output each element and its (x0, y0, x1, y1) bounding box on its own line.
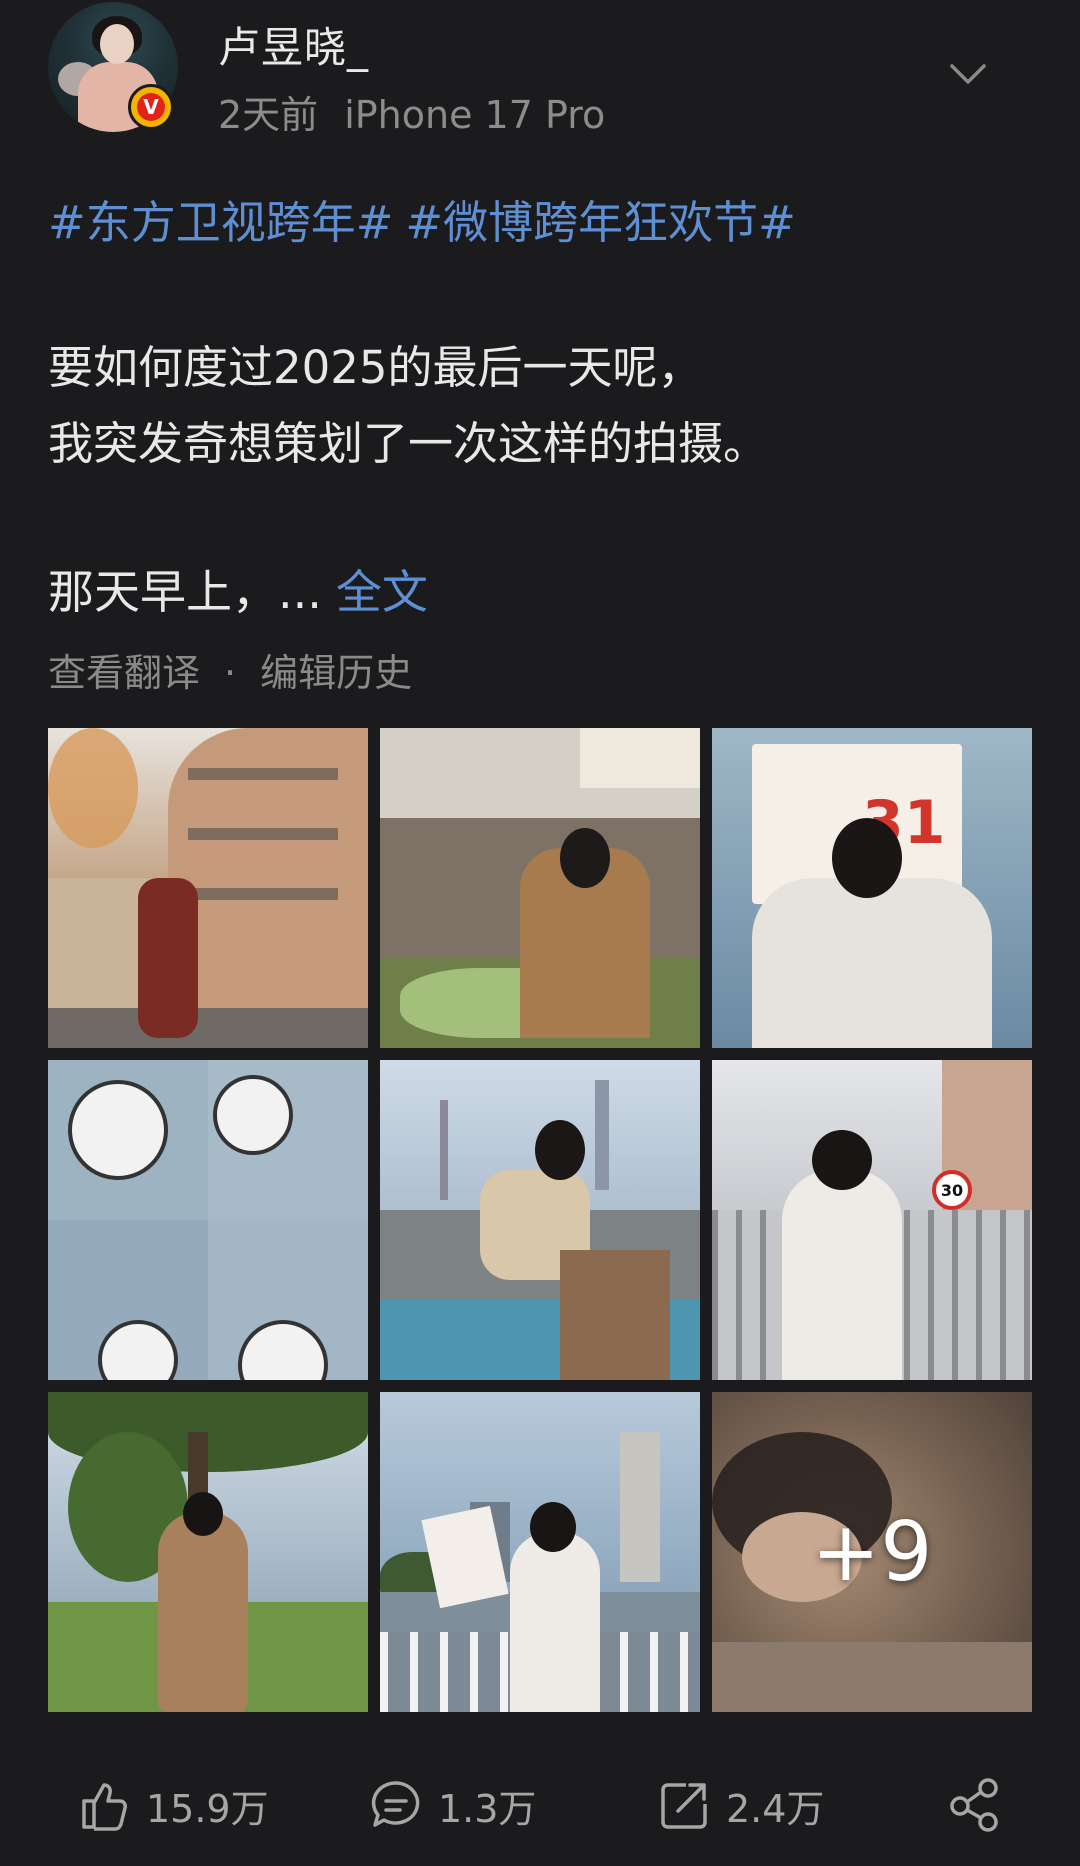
repost-count: 15.9万 (146, 1786, 269, 1831)
verified-icon: V (128, 84, 174, 130)
photo-grid: 31 30 +9 (48, 728, 1032, 1712)
photo-river-calendar[interactable] (380, 1392, 700, 1712)
hashtags: #东方卫视跨年# #微博跨年狂欢节# (48, 186, 808, 251)
photo-clock-collage[interactable] (48, 1060, 368, 1380)
truncated-text: 那天早上，... 全文 (48, 556, 428, 622)
post-tools: 查看翻译 · 编辑历史 (48, 642, 412, 697)
photo-bridge-pose[interactable] (380, 1060, 700, 1380)
comment-button[interactable]: 1.3万 (368, 1760, 536, 1850)
photo-market-stall[interactable] (380, 728, 700, 1048)
comment-icon (371, 1781, 420, 1827)
separator-dot: · (224, 651, 237, 695)
photo-more-closeup[interactable]: +9 (712, 1392, 1032, 1712)
photo-street-corner[interactable] (48, 728, 368, 1048)
post-text: 要如何度过2025的最后一天呢， 我突发奇想策划了一次这样的拍摄。 (48, 330, 768, 482)
share-button[interactable] (946, 1760, 1018, 1850)
photo-park-tree[interactable] (48, 1392, 368, 1712)
post-header: V 卢昱晓_ 2天前 iPhone 17 Pro (0, 0, 1080, 150)
like-button[interactable]: 2.4万 (656, 1760, 824, 1850)
action-bar: 15.9万 1.3万 2.4万 (0, 1760, 1080, 1850)
more-photos-count[interactable]: +9 (712, 1392, 1032, 1712)
truncated-text-body: 那天早上，... (48, 565, 322, 619)
photo-calendar-31[interactable]: 31 (712, 728, 1032, 1048)
chevron-down-icon[interactable] (946, 52, 990, 96)
thumbs-up-icon (82, 1783, 127, 1831)
post-device: iPhone 17 Pro (344, 93, 606, 137)
translate-link[interactable]: 查看翻译 (48, 651, 200, 695)
expand-full-text-link[interactable]: 全文 (336, 565, 428, 619)
like-count: 2.4万 (726, 1786, 825, 1831)
share-icon (950, 1778, 998, 1832)
photo-bridge-sign-30[interactable]: 30 (712, 1060, 1032, 1380)
hashtag-link[interactable]: #东方卫视跨年# (48, 196, 393, 249)
repost-button[interactable]: 15.9万 (76, 1760, 269, 1850)
post-time: 2天前 (218, 93, 319, 137)
comment-count: 1.3万 (438, 1786, 537, 1831)
post-meta: 2天前 iPhone 17 Pro (218, 84, 631, 139)
hashtag-link[interactable]: #微博跨年狂欢节# (405, 196, 795, 249)
post-text-line: 要如何度过2025的最后一天呢， (48, 341, 703, 394)
username[interactable]: 卢昱晓_ (218, 14, 369, 75)
post-text-line: 我突发奇想策划了一次这样的拍摄。 (48, 417, 769, 470)
edit-history-link[interactable]: 编辑历史 (260, 651, 412, 695)
repost-icon (661, 1783, 707, 1829)
